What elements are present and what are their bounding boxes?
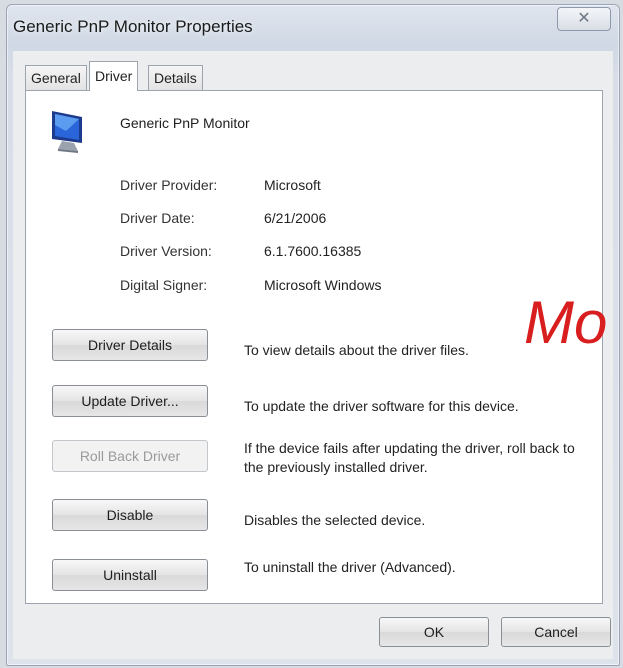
- driver-provider-value: Microsoft: [264, 177, 321, 193]
- uninstall-description: To uninstall the driver (Advanced).: [244, 559, 456, 575]
- driver-version-value: 6.1.7600.16385: [264, 243, 362, 259]
- driver-tab-panel: Generic PnP Monitor Driver Provider: Mic…: [25, 90, 603, 604]
- update-driver-description: To update the driver software for this d…: [244, 398, 519, 414]
- driver-date-label: Driver Date:: [120, 210, 195, 226]
- digital-signer-label: Digital Signer:: [120, 277, 208, 293]
- uninstall-button[interactable]: Uninstall: [52, 559, 208, 591]
- driver-date-value: 6/21/2006: [264, 210, 327, 226]
- red-overlay-text: Mo: [524, 289, 608, 356]
- roll-back-driver-button: Roll Back Driver: [52, 440, 208, 472]
- device-name: Generic PnP Monitor: [120, 115, 250, 131]
- roll-back-driver-description: If the device fails after updating the d…: [244, 440, 575, 475]
- close-button[interactable]: ✕: [557, 7, 611, 31]
- digital-signer-value: Microsoft Windows: [264, 277, 382, 293]
- ok-button[interactable]: OK: [379, 617, 489, 647]
- tab-details[interactable]: Details: [148, 65, 203, 90]
- driver-details-button[interactable]: Driver Details: [52, 329, 208, 361]
- driver-provider-label: Driver Provider:: [120, 177, 218, 193]
- monitor-icon: [52, 111, 82, 153]
- tab-general[interactable]: General: [25, 65, 87, 90]
- tab-driver[interactable]: Driver: [89, 61, 139, 91]
- disable-description: Disables the selected device.: [244, 512, 426, 528]
- cancel-button[interactable]: Cancel: [501, 617, 611, 647]
- window-title: Generic PnP Monitor Properties: [13, 17, 253, 36]
- dialog-client-area: General Driver Details Generic PnP Monit…: [13, 51, 613, 659]
- disable-button[interactable]: Disable: [52, 499, 208, 531]
- driver-version-label: Driver Version:: [120, 243, 212, 259]
- update-driver-button[interactable]: Update Driver...: [52, 385, 208, 417]
- title-bar[interactable]: Generic PnP Monitor Properties ✕: [7, 5, 619, 51]
